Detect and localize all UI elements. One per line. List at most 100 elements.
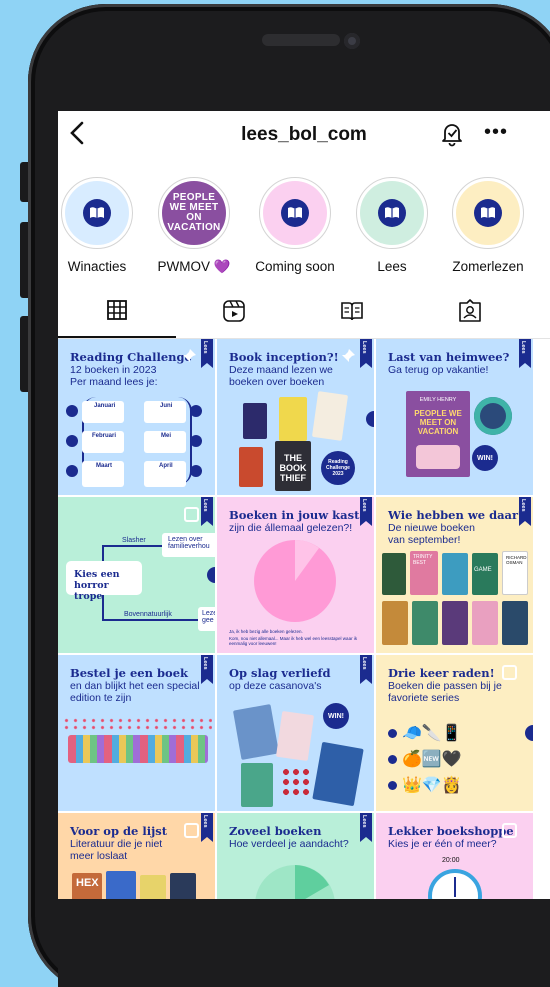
post-title: Last van heimwee? bbox=[388, 350, 510, 364]
post-voor-op-de-lijst[interactable]: Voor op de lijst Literatuur die je niet … bbox=[58, 813, 215, 899]
highlight-label: Lees bbox=[377, 259, 407, 274]
book-logo-icon bbox=[378, 199, 406, 227]
post-title: Voor op de lijst bbox=[70, 824, 168, 838]
post-last-van-heimwee[interactable]: Last van heimwee? Ga terug op vakantie! … bbox=[376, 339, 533, 495]
earpiece-speaker bbox=[262, 34, 340, 46]
carousel-dot bbox=[207, 567, 215, 583]
highlight-coming-soon[interactable]: Coming soon bbox=[249, 177, 341, 274]
timeline-dot bbox=[190, 465, 202, 477]
phone-bottom-bezel bbox=[58, 899, 550, 987]
highlight-cover bbox=[263, 181, 327, 245]
post-boeken-in-jouw-kast[interactable]: Boeken in jouw kast zijn die állemaal ge… bbox=[217, 497, 374, 653]
lees-flag: Lees bbox=[201, 813, 213, 842]
guides-icon[interactable] bbox=[340, 299, 364, 323]
timeline-dot bbox=[66, 435, 78, 447]
book-cover bbox=[275, 710, 315, 762]
reels-icon[interactable] bbox=[222, 299, 246, 323]
post-subtitle: Deze maand lezen we boeken over boeken bbox=[229, 364, 333, 388]
carousel-dot bbox=[366, 411, 374, 427]
book-cover: THE BOOK THIEF bbox=[275, 441, 311, 491]
highlight-cover bbox=[65, 181, 129, 245]
post-bestel-je-een-boek[interactable]: Bestel je een boek en dan blijkt het een… bbox=[58, 655, 215, 811]
month-card: Februari bbox=[82, 431, 124, 453]
book-cover bbox=[232, 704, 280, 760]
post-subtitle: Hoe verdeel je aandacht? bbox=[229, 838, 349, 850]
post-subtitle: De nieuwe boeken van september! bbox=[388, 522, 475, 546]
book-cover bbox=[412, 601, 438, 645]
post-op-slag-verliefd[interactable]: Op slag verliefd op deze casanova's Lees… bbox=[217, 655, 374, 811]
post-subtitle: Ga terug op vakantie! bbox=[388, 364, 489, 376]
volume-down-button bbox=[20, 316, 28, 392]
book-cover bbox=[502, 601, 528, 645]
month-card: Januari bbox=[82, 401, 124, 423]
post-zoveel-boeken[interactable]: Zoveel boeken Hoe verdeel je aandacht? L… bbox=[217, 813, 374, 899]
clock-time: 20:00 bbox=[442, 857, 460, 864]
book-cover: EMILY HENRY PEOPLE WE MEET ON VACATION bbox=[406, 391, 470, 477]
book-cover bbox=[382, 601, 408, 645]
post-horror-trope[interactable]: Lees Kies een horror trope Slasher Lezen… bbox=[58, 497, 215, 653]
trope-center-card: Kies een horror trope bbox=[66, 561, 142, 602]
book-cover bbox=[442, 553, 468, 595]
book-cover: RICHARD OSMAN bbox=[502, 551, 528, 595]
trope-label: Bovennatuurlijk bbox=[124, 611, 172, 618]
post-title: Wie hebben we daar? bbox=[388, 508, 525, 522]
post-subtitle: en dan blijkt het een special edition te… bbox=[70, 680, 200, 704]
tonies-figures bbox=[68, 735, 208, 763]
confetti bbox=[62, 717, 212, 731]
book-cover bbox=[312, 741, 364, 807]
legend-item: Kom, nou niet allemaal... Maar ik heb we… bbox=[229, 636, 358, 646]
post-drie-keer-raden[interactable]: Drie keer raden! Boeken die passen bij j… bbox=[376, 655, 533, 811]
rose-petals bbox=[281, 767, 309, 795]
more-options-icon[interactable]: ••• bbox=[484, 121, 508, 144]
win-badge: WIN! bbox=[323, 703, 349, 729]
post-title: Drie keer raden! bbox=[388, 666, 495, 680]
post-subtitle: 12 boeken in 2023 Per maand lees je: bbox=[70, 364, 158, 388]
book-logo-icon bbox=[83, 199, 111, 227]
trope-card: Lezen over familieverhou bbox=[162, 533, 215, 557]
highlight-cover: PEOPLE WE MEET ON VACATION bbox=[162, 181, 226, 245]
book-cover bbox=[140, 875, 166, 899]
post-title: Lekker boekshoppe bbox=[388, 824, 514, 838]
post-lekker-boekshoppen[interactable]: Lekker boekshoppe Kies je er één of meer… bbox=[376, 813, 533, 899]
post-reading-challenge[interactable]: Reading Challenge 12 boeken in 2023 Per … bbox=[58, 339, 215, 495]
post-subtitle: zijn die állemaal gelezen?! bbox=[229, 522, 353, 534]
carousel-icon bbox=[502, 823, 517, 838]
tagged-icon[interactable] bbox=[458, 299, 482, 323]
profile-handle: lees_bol_com bbox=[241, 124, 367, 145]
active-tab-indicator bbox=[58, 336, 176, 338]
lees-flag: Lees bbox=[360, 813, 372, 842]
trope-label: Slasher bbox=[122, 537, 146, 544]
post-title: Op slag verliefd bbox=[229, 666, 331, 680]
number-dot bbox=[388, 781, 397, 790]
grid-icon[interactable] bbox=[106, 299, 130, 323]
post-title: Book inception?! bbox=[229, 350, 339, 364]
month-card: April bbox=[144, 461, 186, 487]
book-cover bbox=[279, 397, 307, 441]
lees-flag: Lees bbox=[201, 339, 213, 368]
notification-bell-icon[interactable] bbox=[440, 121, 464, 147]
book-cover bbox=[243, 403, 267, 439]
post-wie-hebben-we-daar[interactable]: Wie hebben we daar? De nieuwe boeken van… bbox=[376, 497, 533, 653]
timeline-dot bbox=[190, 405, 202, 417]
highlight-lees[interactable]: Lees bbox=[346, 177, 438, 274]
number-dot bbox=[388, 755, 397, 764]
highlight-zomerlezen[interactable]: Zomerlezen bbox=[442, 177, 534, 274]
post-book-inception[interactable]: Book inception?! Deze maand lezen we boe… bbox=[217, 339, 374, 495]
highlight-cover bbox=[456, 181, 520, 245]
month-card: Mei bbox=[144, 431, 186, 453]
highlight-pwmov[interactable]: PEOPLE WE MEET ON VACATION PWMOV 💜 bbox=[148, 177, 240, 275]
book-cover bbox=[442, 601, 468, 645]
lees-flag: Lees bbox=[519, 339, 531, 368]
lees-flag: Lees bbox=[201, 497, 213, 526]
volume-up-button bbox=[20, 222, 28, 298]
post-title: Reading Challenge bbox=[70, 350, 192, 364]
post-subtitle: Kies je er één of meer? bbox=[388, 838, 497, 850]
lees-flag: Lees bbox=[519, 497, 531, 526]
carousel-icon bbox=[184, 823, 199, 838]
timeline-dot bbox=[190, 435, 202, 447]
emoji-clue-row: 🧢🔪📱 bbox=[402, 725, 462, 742]
book-cover: TRINITY BEST bbox=[410, 551, 438, 595]
book-logo-icon bbox=[281, 199, 309, 227]
highlight-winacties[interactable]: Winacties bbox=[58, 177, 143, 274]
instagram-profile-screen: lees_bol_com ••• Winacties PEOPLE WE MEE… bbox=[58, 111, 550, 899]
